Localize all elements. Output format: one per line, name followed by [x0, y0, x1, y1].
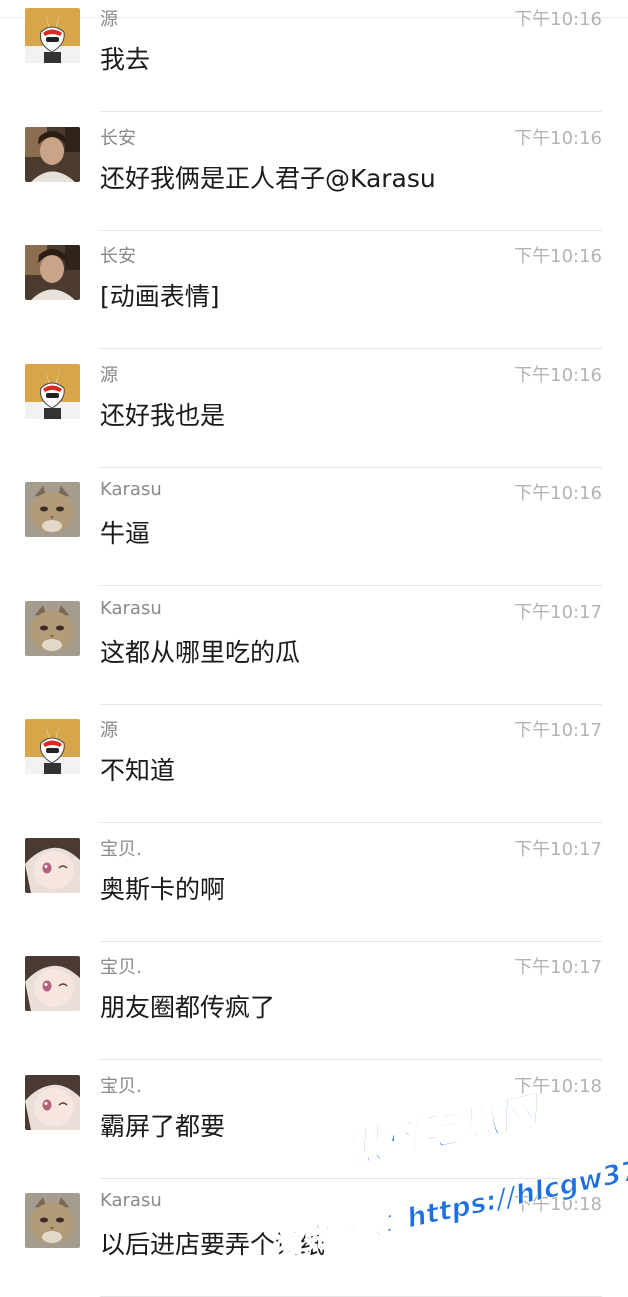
- sender-name: 宝贝.: [100, 1075, 142, 1097]
- message-time: 下午10:16: [514, 364, 602, 386]
- message-item[interactable]: Karasu 下午10:17 这都从哪里吃的瓜: [0, 586, 628, 705]
- message-item[interactable]: 长安 下午10:16 还好我俩是正人君子@Karasu: [0, 112, 628, 231]
- sender-name: Karasu: [100, 479, 162, 500]
- message-text: [动画表情]: [100, 282, 220, 311]
- sender-name: 宝贝.: [100, 838, 142, 860]
- message-time: 下午10:17: [514, 601, 602, 623]
- message-item[interactable]: 宝贝. 下午10:17 朋友圈都传疯了: [0, 941, 628, 1060]
- cat-avatar[interactable]: [25, 600, 80, 656]
- message-item[interactable]: 长安 下午10:16 [动画表情]: [0, 230, 628, 349]
- robot-avatar[interactable]: [25, 363, 80, 419]
- message-item[interactable]: 源 下午10:16 还好我也是: [0, 349, 628, 468]
- sender-name: 源: [100, 720, 118, 741]
- cat-avatar[interactable]: [25, 482, 80, 537]
- robot-avatar[interactable]: [25, 719, 80, 774]
- message-time: 下午10:17: [514, 720, 602, 741]
- cat-avatar[interactable]: [25, 1193, 80, 1248]
- selfie-avatar[interactable]: [25, 126, 80, 182]
- message-time: 下午10:18: [514, 1075, 602, 1097]
- message-time: 下午10:16: [514, 9, 602, 30]
- message-time: 下午10:18: [514, 1194, 602, 1215]
- sender-name: 源: [100, 9, 118, 30]
- anime-girl-avatar[interactable]: [25, 1074, 80, 1130]
- message-text: 朋友圈都传疯了: [100, 993, 276, 1022]
- message-text: 还好我俩是正人君子@Karasu: [100, 163, 436, 193]
- message-text: 奥斯卡的啊: [100, 874, 226, 904]
- message-text: 牛逼: [100, 519, 151, 548]
- sender-name: 长安: [100, 127, 136, 149]
- selfie-avatar[interactable]: [25, 245, 80, 300]
- message-item[interactable]: 源 下午10:17 不知道: [0, 704, 628, 823]
- message-text: 不知道: [100, 756, 176, 785]
- message-item[interactable]: Karasu 下午10:18 以后进店要弄个试纸: [0, 1178, 628, 1297]
- message-text: 还好我也是: [100, 400, 226, 430]
- message-time: 下午10:17: [514, 957, 602, 978]
- sender-name: 长安: [100, 246, 136, 267]
- message-item[interactable]: 宝贝. 下午10:18 霸屏了都要: [0, 1060, 628, 1179]
- message-item[interactable]: Karasu 下午10:16 牛逼: [0, 467, 628, 586]
- message-time: 下午10:16: [514, 127, 602, 149]
- message-time: 下午10:16: [514, 246, 602, 267]
- sender-name: Karasu: [100, 1190, 162, 1211]
- robot-avatar[interactable]: [25, 8, 80, 63]
- message-text: 我去: [100, 45, 151, 74]
- sender-name: 源: [100, 364, 118, 386]
- message-text: 以后进店要弄个试纸: [100, 1230, 326, 1259]
- message-text: 这都从哪里吃的瓜: [100, 637, 301, 667]
- message-time: 下午10:16: [514, 483, 602, 504]
- sender-name: 宝贝.: [100, 957, 142, 978]
- sender-name: Karasu: [100, 597, 162, 619]
- message-text: 霸屏了都要: [100, 1111, 226, 1141]
- message-item[interactable]: 宝贝. 下午10:17 奥斯卡的啊: [0, 823, 628, 942]
- message-time: 下午10:17: [514, 838, 602, 860]
- message-item[interactable]: 源 下午10:16 我去: [0, 0, 628, 112]
- anime-girl-avatar[interactable]: [25, 837, 80, 893]
- anime-girl-avatar[interactable]: [25, 956, 80, 1011]
